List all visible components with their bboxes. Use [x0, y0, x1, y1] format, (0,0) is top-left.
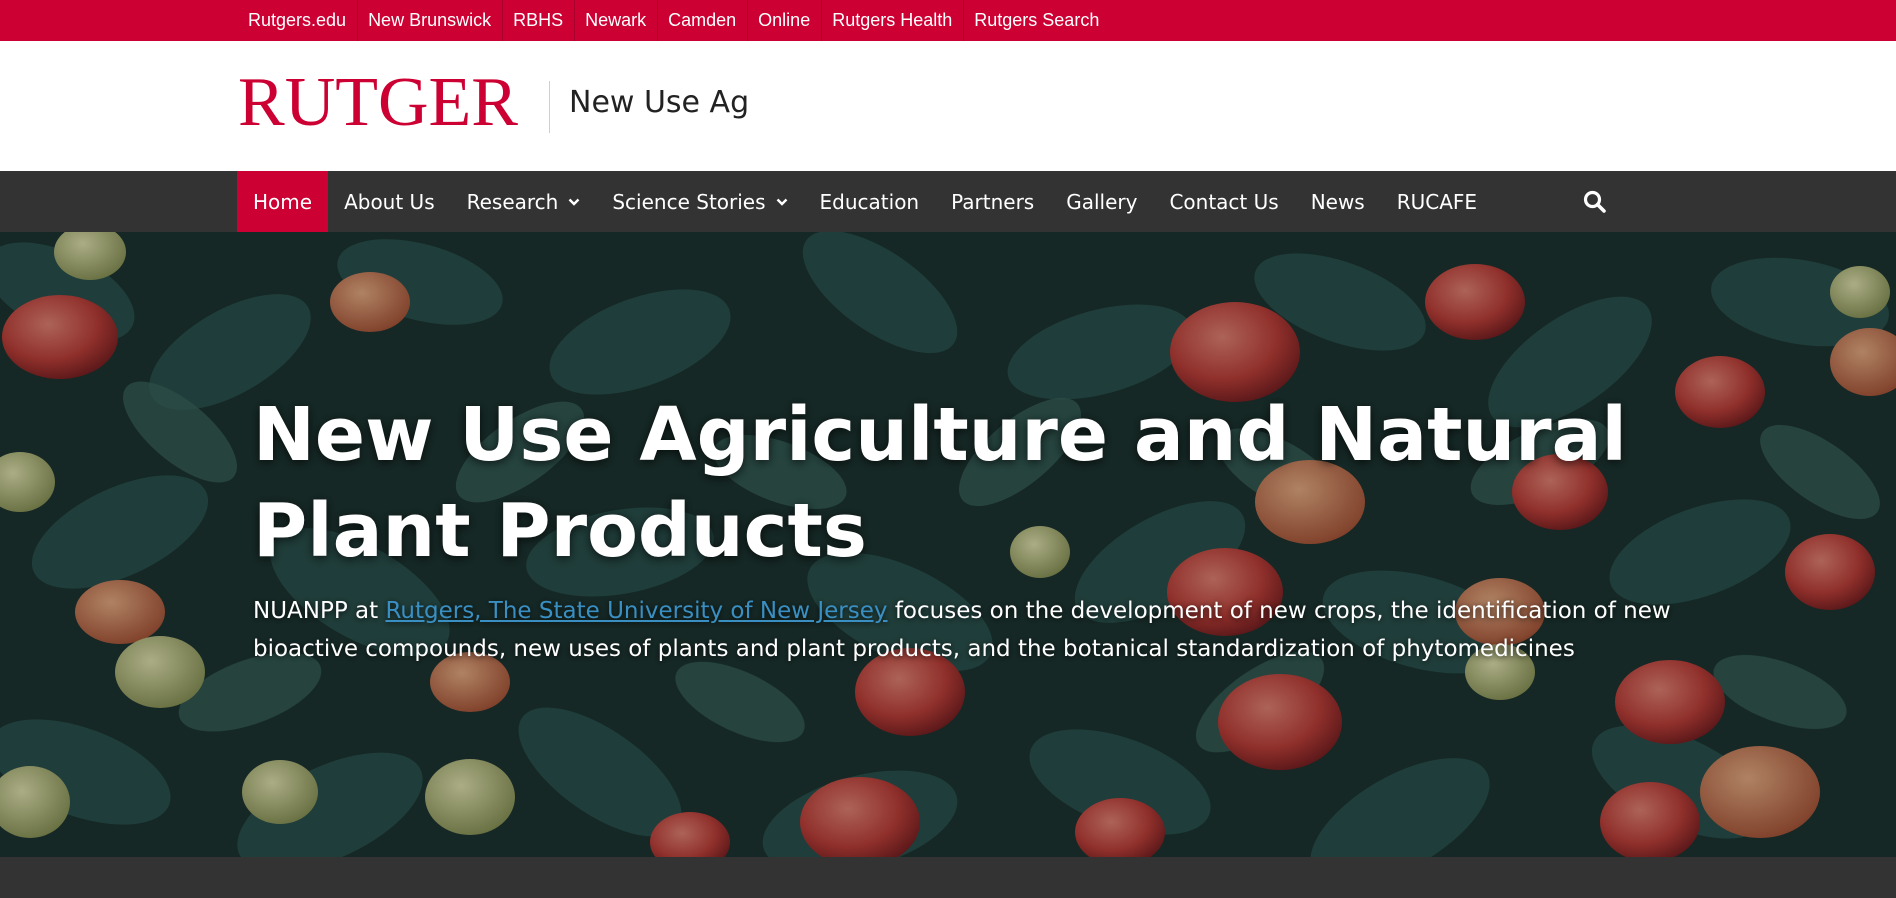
utility-item: RBHS: [502, 0, 574, 41]
nav-item-science-stories[interactable]: Science Stories: [596, 171, 803, 232]
chevron-down-icon: [569, 198, 580, 206]
nav-label: Gallery: [1066, 189, 1138, 214]
utility-link-new-brunswick[interactable]: New Brunswick: [368, 10, 491, 31]
utility-bar: Rutgers.edu New Brunswick RBHS Newark Ca…: [0, 0, 1896, 41]
nav-item-contact-us[interactable]: Contact Us: [1153, 171, 1294, 232]
nav-label: Home: [253, 189, 313, 214]
header-divider: [549, 81, 550, 133]
site-name[interactable]: New Use Ag: [569, 85, 749, 121]
utility-link-camden[interactable]: Camden: [668, 10, 736, 31]
nav-label: RUCAFE: [1396, 189, 1478, 214]
logo-wordmark: RUTGERS: [238, 69, 518, 141]
rutgers-logo[interactable]: RUTGERS: [238, 64, 557, 149]
nav-item-rucafe[interactable]: RUCAFE: [1381, 171, 1493, 232]
hero-banner: New Use Agriculture and Natural Plant Pr…: [0, 232, 1896, 857]
nav-item-gallery[interactable]: Gallery: [1050, 171, 1153, 232]
utility-link-newark[interactable]: Newark: [585, 10, 646, 31]
utility-link-rutgers-health[interactable]: Rutgers Health: [832, 10, 952, 31]
nav-label: Contact Us: [1169, 189, 1279, 214]
nav-label: About Us: [344, 189, 435, 214]
nav-list: Home About Us Research Science Stories E…: [237, 171, 1493, 232]
utility-link-online[interactable]: Online: [758, 10, 810, 31]
nav-label: Research: [466, 189, 559, 214]
nav-item-education[interactable]: Education: [804, 171, 936, 232]
nav-item-research[interactable]: Research: [451, 171, 597, 232]
nav-label: Science Stories: [612, 189, 766, 214]
utility-item: New Brunswick: [357, 0, 502, 41]
rutgers-logo-mark: RUTGERS: [238, 64, 557, 141]
site-header: RUTGERS New Use Ag: [0, 41, 1896, 171]
hero-text-prefix: NUANPP at: [253, 598, 386, 624]
utility-link-rutgers-edu[interactable]: Rutgers.edu: [248, 10, 346, 31]
chevron-down-icon: [776, 198, 787, 206]
utility-link-rutgers-search[interactable]: Rutgers Search: [974, 10, 1099, 31]
nav-label: News: [1310, 189, 1365, 214]
nav-item-home[interactable]: Home: [237, 171, 329, 232]
nav-item-about-us[interactable]: About Us: [328, 171, 451, 232]
utility-item: Rutgers.edu: [237, 0, 357, 41]
nav-label: Education: [819, 189, 920, 214]
utility-item: Camden: [657, 0, 747, 41]
utility-links: Rutgers.edu New Brunswick RBHS Newark Ca…: [237, 0, 1110, 41]
content-strip: [0, 857, 1896, 898]
utility-item: Rutgers Health: [821, 0, 963, 41]
search-icon[interactable]: [1582, 189, 1608, 215]
hero-title: New Use Agriculture and Natural Plant Pr…: [253, 392, 1627, 574]
utility-item: Online: [747, 0, 821, 41]
utility-link-rbhs[interactable]: RBHS: [513, 10, 563, 31]
utility-item: Newark: [574, 0, 657, 41]
nav-item-partners[interactable]: Partners: [935, 171, 1050, 232]
hero-description: NUANPP at Rutgers, The State University …: [253, 592, 1673, 668]
rutgers-university-link[interactable]: Rutgers, The State University of New Jer…: [385, 598, 887, 624]
nav-label: Partners: [951, 189, 1035, 214]
utility-item: Rutgers Search: [963, 0, 1110, 41]
nav-item-news[interactable]: News: [1295, 171, 1381, 232]
main-nav: Home About Us Research Science Stories E…: [0, 171, 1896, 232]
